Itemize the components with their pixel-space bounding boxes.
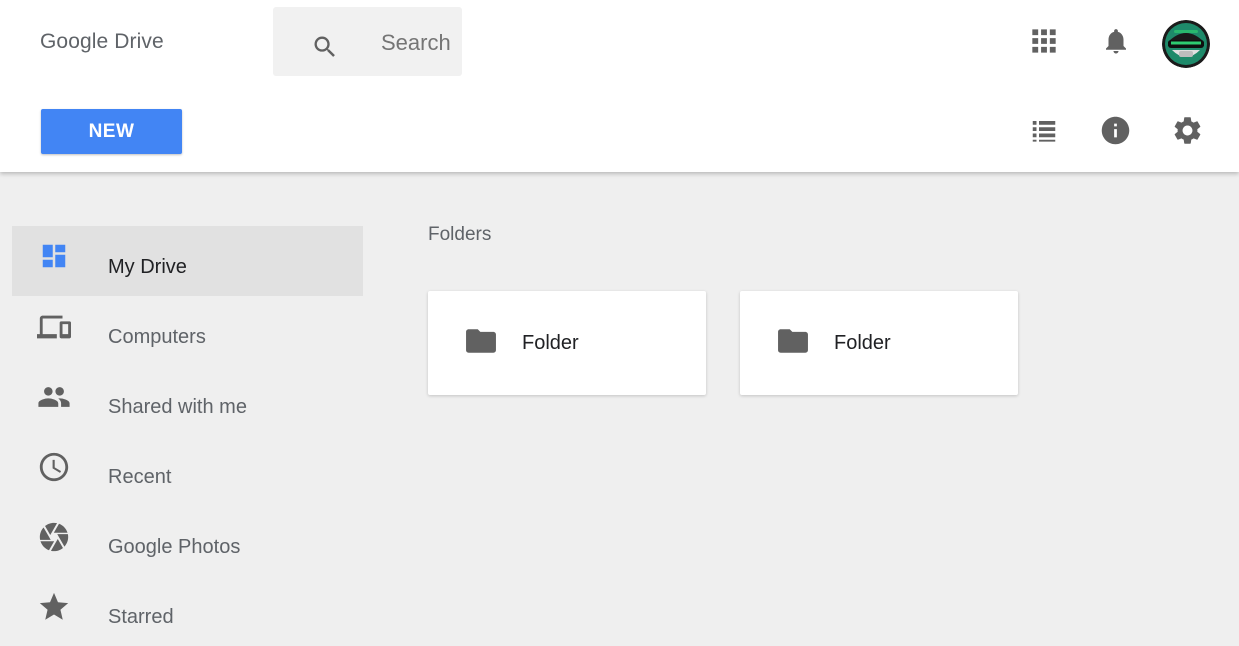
search-icon[interactable] [311,33,339,61]
new-button[interactable]: NEW [41,109,182,154]
sidebar-item-shared-with-me[interactable]: Shared with me [12,366,363,436]
section-title-folders: Folders [428,224,492,245]
sidebar-item-my-drive[interactable]: My Drive [12,226,363,296]
search-box[interactable] [273,7,462,76]
settings-gear-icon[interactable] [1171,114,1204,147]
sidebar-item-label: My Drive [108,256,187,278]
clock-icon [39,452,69,482]
sidebar-item-google-photos[interactable]: Google Photos [12,506,363,576]
sidebar-item-label: Shared with me [108,396,247,418]
sidebar-item-starred[interactable]: Starred [12,576,363,646]
notifications-bell-icon[interactable] [1101,25,1131,57]
info-icon[interactable] [1099,114,1132,147]
star-icon [39,592,69,620]
sidebar-item-label: Recent [108,466,172,488]
sidebar-item-label: Computers [108,326,206,348]
avatar-image [1162,20,1210,68]
sidebar-item-computers[interactable]: Computers [12,296,363,366]
app-title: Google Drive [40,30,164,53]
list-view-icon[interactable] [1029,116,1059,146]
shared-people-icon [38,387,70,407]
computers-icon [37,315,71,339]
top-header: Google Drive NEW [0,0,1239,172]
folder-label: Folder [834,332,891,354]
sidebar-nav: My Drive Computers Shared with me Recent… [12,226,363,646]
photos-pinwheel-icon [39,522,69,552]
folder-label: Folder [522,332,579,354]
folder-card[interactable]: Folder [428,291,706,395]
folder-card[interactable]: Folder [740,291,1018,395]
sidebar-item-label: Google Photos [108,536,241,558]
apps-grid-icon[interactable] [1030,27,1058,55]
avatar[interactable] [1162,20,1210,68]
my-drive-icon [42,244,66,268]
folder-icon [778,329,808,353]
folder-icon [466,329,496,353]
sidebar-item-label: Starred [108,606,174,628]
search-input[interactable] [381,25,459,61]
sidebar-item-recent[interactable]: Recent [12,436,363,506]
